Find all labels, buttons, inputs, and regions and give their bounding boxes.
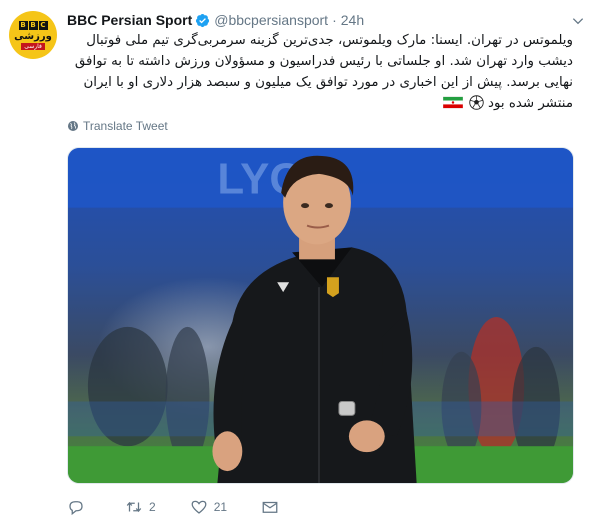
iran-flag-icon: [443, 96, 464, 109]
logo-letter: B: [28, 20, 38, 30]
soccer-ball-icon: [469, 95, 484, 110]
tweet-line-last: منتشر شده بود: [67, 93, 573, 114]
tweet-actions: 2 21: [67, 497, 319, 517]
verified-icon: [196, 13, 210, 27]
tweet-photo[interactable]: LYON: [67, 147, 574, 484]
retweet-icon: [126, 501, 142, 513]
tweet-line: ویلموتس در تهران. ایسنا: مارک ویلموتس، ج…: [86, 33, 573, 48]
avatar-tag: فارسی: [21, 42, 45, 50]
display-name[interactable]: BBC Persian Sport: [67, 12, 192, 28]
retweet-count: 2: [149, 500, 156, 514]
tweet-line: دیشب وارد تهران شد. او جلساتی با رئیس فد…: [74, 54, 573, 69]
coach-photo: LYON: [68, 148, 573, 483]
bbc-logo: B B C: [18, 20, 48, 30]
reply-icon: [69, 501, 83, 516]
avatar[interactable]: B B C ورزشی فارسی: [9, 11, 57, 59]
handle[interactable]: @bbcpersiansport: [214, 12, 328, 28]
separator: ·: [332, 12, 337, 28]
dm-icon: [262, 501, 278, 513]
logo-letter: B: [18, 20, 28, 30]
direct-message-button[interactable]: [261, 498, 285, 516]
like-button[interactable]: 21: [190, 498, 227, 516]
tweet-text: ویلموتس در تهران. ایسنا: مارک ویلموتس، ج…: [67, 30, 573, 114]
reply-button[interactable]: [67, 498, 91, 516]
tweet-line: منتشر شده بود: [488, 96, 573, 111]
translate-label: Translate Tweet: [83, 119, 168, 133]
tweet-line: نهایی برسد. پیش از این اخباری در مورد تو…: [83, 75, 573, 90]
like-icon: [191, 500, 207, 514]
like-count: 21: [213, 500, 228, 514]
avatar-arabic-text: ورزشی: [14, 30, 52, 42]
timestamp[interactable]: 24h: [341, 12, 364, 28]
translate-tweet-link[interactable]: Translate Tweet: [67, 119, 168, 133]
tweet-header: BBC Persian Sport @bbcpersiansport · 24h: [67, 10, 567, 30]
logo-letter: C: [38, 20, 48, 30]
caret-down-icon[interactable]: [571, 14, 585, 28]
retweet-button[interactable]: 2: [125, 498, 156, 516]
globe-icon: [68, 121, 78, 131]
